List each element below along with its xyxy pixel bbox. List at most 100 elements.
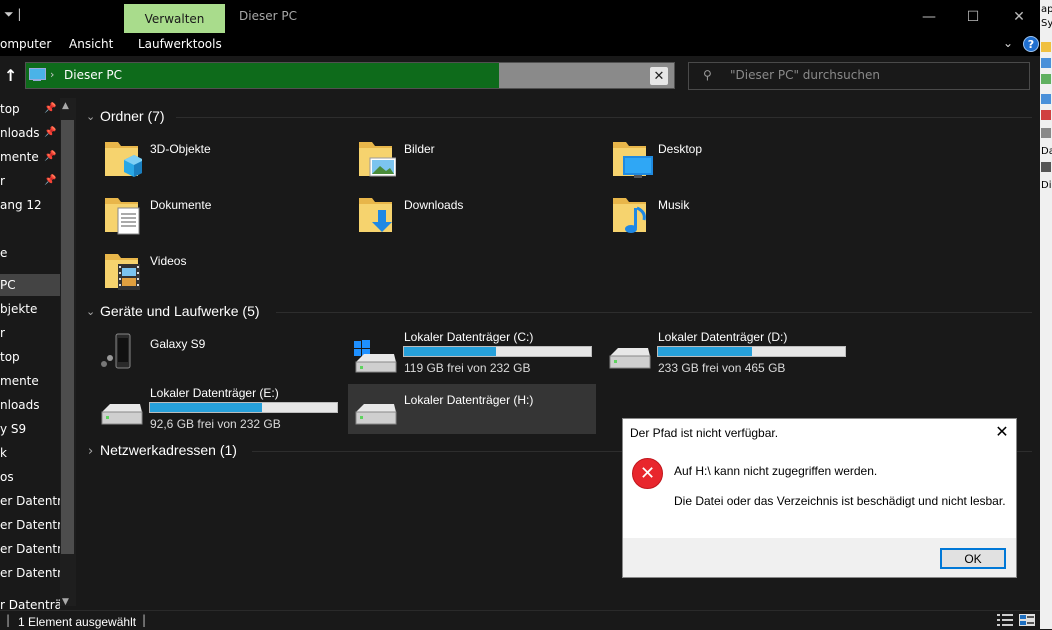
search-placeholder: "Dieser PC" durchsuchen bbox=[730, 68, 880, 82]
ribbon-expand-chevron-icon[interactable]: ⌄ bbox=[1003, 36, 1013, 50]
dialog-close-icon[interactable]: ✕ bbox=[994, 422, 1010, 441]
sidebar-item[interactable]: er Datenträ bbox=[0, 538, 60, 560]
folder-icon-bilder[interactable] bbox=[358, 138, 397, 183]
group-divider bbox=[176, 117, 1032, 118]
drive-usage-fill-d bbox=[658, 347, 752, 356]
hard-drive-icon[interactable] bbox=[98, 400, 144, 433]
sidebar-item[interactable]: er Datenträ bbox=[0, 490, 60, 512]
tab-ansicht[interactable]: Ansicht bbox=[69, 37, 113, 51]
drive-usage-fill-e bbox=[150, 403, 263, 412]
hard-drive-icon[interactable] bbox=[606, 344, 652, 377]
background-icon bbox=[1041, 110, 1051, 120]
computer-icon-base bbox=[33, 79, 41, 81]
background-text: Sy bbox=[1041, 18, 1052, 29]
sidebar-item[interactable]: er Datenträ bbox=[0, 514, 60, 536]
status-bar bbox=[0, 610, 1040, 630]
collapse-chevron-icon[interactable]: ⌄ bbox=[86, 305, 95, 318]
dialog-detail: Die Datei oder das Verzeichnis ist besch… bbox=[674, 494, 1006, 508]
folder-label[interactable]: Dokumente bbox=[150, 198, 211, 212]
sidebar-item[interactable]: os bbox=[0, 466, 60, 488]
dialog-message: Auf H:\ kann nicht zugegriffen werden. bbox=[674, 464, 878, 478]
background-window-edge: ap Sy Da Di bbox=[1040, 0, 1052, 629]
tab-laufwerktools[interactable]: Laufwerktools bbox=[138, 37, 222, 51]
sidebar-item[interactable]: nloads bbox=[0, 394, 60, 416]
folder-icon-downloads[interactable] bbox=[358, 194, 398, 239]
background-icon bbox=[1041, 74, 1051, 84]
windows-drive-icon[interactable] bbox=[352, 340, 398, 379]
group-header-netzwerk[interactable]: Netzwerkadressen (1) bbox=[100, 442, 237, 458]
breadcrumb-dieser-pc[interactable]: Dieser PC bbox=[64, 68, 122, 82]
folder-label[interactable]: Videos bbox=[150, 254, 186, 268]
background-text: Di bbox=[1041, 180, 1052, 191]
sidebar-item[interactable]: e bbox=[0, 242, 60, 264]
drive-usage-bar-c bbox=[403, 346, 592, 357]
search-icon: ⚲ bbox=[703, 68, 712, 82]
expand-chevron-icon[interactable]: › bbox=[88, 444, 93, 459]
tiles-view-icon[interactable] bbox=[1019, 614, 1035, 626]
background-text: Da bbox=[1041, 146, 1052, 157]
group-header-ordner[interactable]: Ordner (7) bbox=[100, 108, 165, 124]
status-separator: | bbox=[142, 613, 147, 627]
close-button[interactable]: ✕ bbox=[996, 4, 1042, 30]
drive-label-h[interactable]: Lokaler Datenträger (H:) bbox=[404, 393, 533, 407]
sidebar-item[interactable]: bjekte bbox=[0, 298, 60, 320]
collapse-chevron-icon[interactable]: ⌄ bbox=[86, 110, 95, 123]
status-separator: | bbox=[6, 613, 11, 627]
sidebar-item[interactable]: PC bbox=[0, 274, 60, 296]
breadcrumb-separator-icon[interactable]: › bbox=[50, 68, 54, 81]
sidebar-item[interactable]: k bbox=[0, 442, 60, 464]
sidebar-item[interactable]: r bbox=[0, 322, 60, 344]
pin-icon[interactable]: 📌 bbox=[44, 175, 56, 186]
folder-icon-3d-objekte[interactable] bbox=[104, 138, 144, 183]
stop-loading-button[interactable]: ✕ bbox=[650, 67, 668, 85]
drive-free-d: 233 GB frei von 465 GB bbox=[658, 361, 786, 375]
drive-label-e[interactable]: Lokaler Datenträger (E:) bbox=[150, 386, 279, 400]
sidebar-item[interactable]: top bbox=[0, 346, 60, 368]
quick-access-toolbar[interactable]: ⏷ | bbox=[4, 7, 21, 22]
folder-label[interactable]: Downloads bbox=[404, 198, 463, 212]
minimize-button[interactable]: — bbox=[906, 4, 952, 30]
group-header-geraete[interactable]: Geräte und Laufwerke (5) bbox=[100, 303, 260, 319]
background-icon bbox=[1041, 94, 1051, 104]
error-icon: ✕ bbox=[632, 458, 663, 489]
drive-label-d[interactable]: Lokaler Datenträger (D:) bbox=[658, 330, 787, 344]
sidebar-item[interactable]: er Datenträ bbox=[0, 562, 60, 584]
folder-icon-dokumente[interactable] bbox=[104, 194, 142, 239]
background-icon bbox=[1041, 162, 1051, 172]
drive-label-c[interactable]: Lokaler Datenträger (C:) bbox=[404, 330, 533, 344]
drive-usage-bar-e bbox=[149, 402, 338, 413]
group-divider bbox=[276, 312, 1032, 313]
scroll-down-icon[interactable]: ▼ bbox=[62, 597, 69, 607]
help-icon[interactable]: ? bbox=[1023, 36, 1039, 52]
up-arrow-icon[interactable]: ↑ bbox=[4, 66, 17, 85]
pin-icon[interactable]: 📌 bbox=[44, 127, 56, 138]
background-icon bbox=[1041, 42, 1051, 52]
tab-verwalten[interactable]: Verwalten bbox=[124, 4, 225, 33]
drive-free-e: 92,6 GB frei von 232 GB bbox=[150, 417, 281, 431]
drive-usage-fill-c bbox=[404, 347, 496, 356]
sidebar-item[interactable]: y S9 bbox=[0, 418, 60, 440]
pin-icon[interactable]: 📌 bbox=[44, 151, 56, 162]
folder-icon-musik[interactable] bbox=[612, 194, 652, 239]
sidebar-scroll-thumb[interactable] bbox=[61, 120, 74, 554]
folder-label[interactable]: Musik bbox=[658, 198, 689, 212]
folder-icon-videos[interactable] bbox=[104, 250, 144, 295]
device-label-galaxy-s9[interactable]: Galaxy S9 bbox=[150, 337, 205, 351]
details-view-icon[interactable] bbox=[997, 614, 1013, 626]
folder-label[interactable]: Desktop bbox=[658, 142, 702, 156]
scroll-up-icon[interactable]: ▲ bbox=[62, 101, 69, 111]
ok-button[interactable]: OK bbox=[940, 548, 1006, 569]
maximize-button[interactable]: ☐ bbox=[950, 4, 996, 30]
folder-icon-desktop[interactable] bbox=[612, 138, 654, 183]
pin-icon[interactable]: 📌 bbox=[44, 103, 56, 114]
hard-drive-icon[interactable] bbox=[352, 400, 398, 433]
sidebar-item[interactable]: ang 12 bbox=[0, 194, 60, 216]
background-icon bbox=[1041, 58, 1051, 68]
folder-label[interactable]: 3D-Objekte bbox=[150, 142, 211, 156]
sidebar-item[interactable] bbox=[0, 218, 60, 240]
tab-computer[interactable]: omputer bbox=[0, 37, 51, 51]
phone-icon[interactable] bbox=[98, 332, 138, 375]
sidebar-item[interactable]: mente bbox=[0, 370, 60, 392]
drive-usage-bar-d bbox=[657, 346, 846, 357]
folder-label[interactable]: Bilder bbox=[404, 142, 435, 156]
